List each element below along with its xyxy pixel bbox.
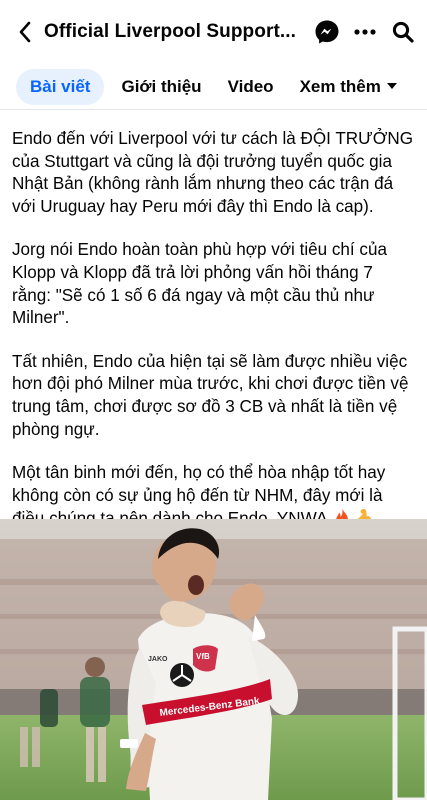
search-button[interactable] [387, 12, 419, 52]
post-text: Endo đến với Liverpool với tư cách là ĐỘ… [12, 128, 415, 552]
post-photo[interactable]: Mercedes-Benz Bank VfB JAKO [0, 519, 427, 800]
back-button[interactable] [8, 12, 42, 52]
more-options-button[interactable] [349, 12, 381, 52]
page-tabs: Bài viết Giới thiệu Video Xem thêm [0, 64, 427, 110]
messenger-button[interactable] [311, 12, 343, 52]
post-paragraph: Jorg nói Endo hoàn toàn phù hợp với tiêu… [12, 240, 387, 328]
post-paragraph: Endo đến với Liverpool với tư cách là ĐỘ… [12, 129, 414, 216]
post-photo-image: Mercedes-Benz Bank VfB JAKO [0, 519, 427, 800]
back-arrow-icon [19, 21, 31, 43]
more-options-icon [354, 29, 376, 35]
search-icon [392, 21, 414, 43]
post-paragraph: Tất nhiên, Endo của hiện tại sẽ làm được… [12, 351, 409, 439]
jersey-crest-text: VfB [196, 652, 210, 661]
page-title: Official Liverpool Support... [44, 21, 297, 42]
messenger-icon [315, 20, 339, 44]
tab-see-more-label: Xem thêm [299, 76, 381, 96]
kit-brand-text: JAKO [148, 656, 168, 663]
tab-posts[interactable]: Bài viết [16, 68, 105, 105]
tab-video[interactable]: Video [215, 69, 287, 105]
caret-down-icon [386, 83, 397, 89]
tab-about[interactable]: Giới thiệu [108, 69, 214, 105]
tab-see-more[interactable]: Xem thêm [287, 69, 410, 105]
page-header: Official Liverpool Support... [0, 0, 427, 64]
